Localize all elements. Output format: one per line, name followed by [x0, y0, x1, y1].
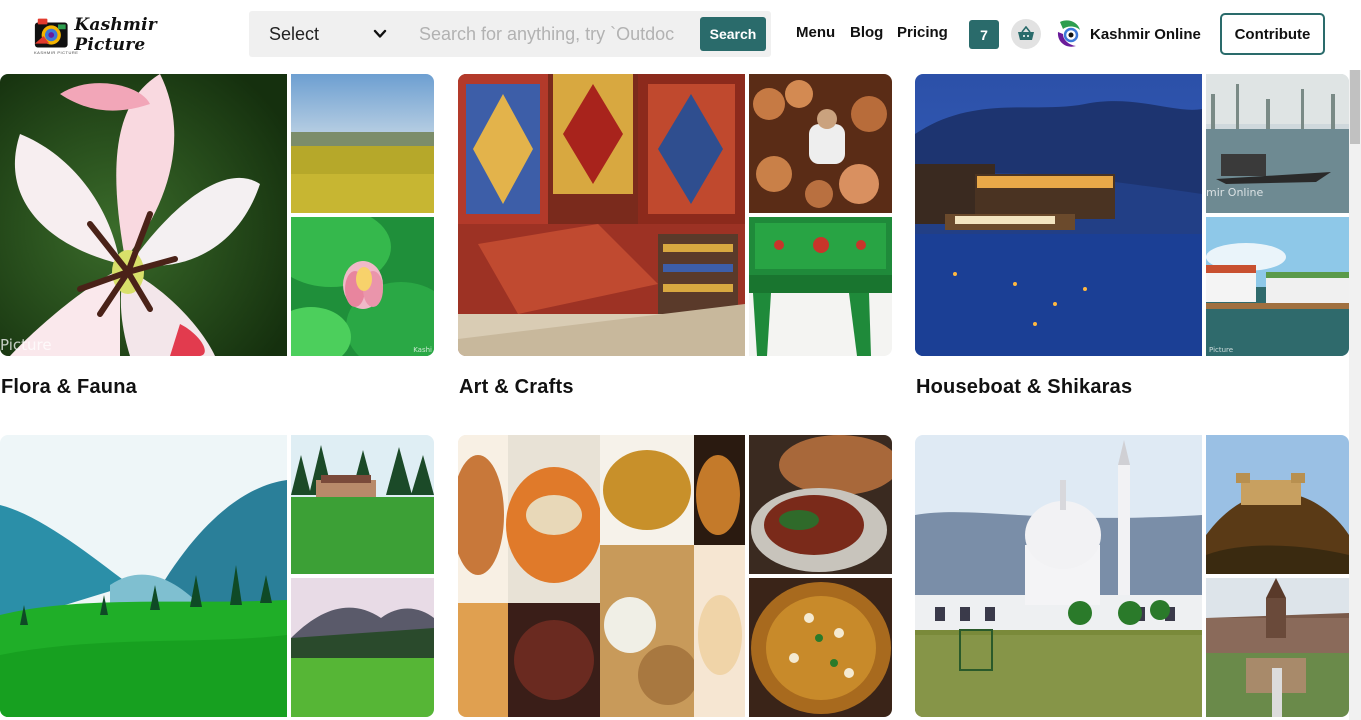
- shikara-lake-image[interactable]: mir Online: [1206, 74, 1349, 213]
- image-watermark: Kashi: [413, 346, 432, 354]
- search-input[interactable]: [399, 11, 689, 57]
- logo-subtext: KASHMIR PICTURE: [34, 50, 79, 55]
- nav-pricing-link[interactable]: Pricing: [897, 24, 948, 41]
- page-scrollbar[interactable]: [1349, 0, 1361, 720]
- copper-craftsman-image[interactable]: [749, 74, 892, 213]
- profile-name: Kashmir Online: [1090, 25, 1201, 43]
- contribute-button[interactable]: Contribute: [1220, 13, 1325, 55]
- houseboat-day-image[interactable]: Picture: [1206, 217, 1349, 356]
- category-select[interactable]: Select: [249, 11, 399, 57]
- search-button[interactable]: Search: [700, 17, 766, 51]
- nav-blog-link[interactable]: Blog: [850, 24, 883, 41]
- hill-fort-image[interactable]: [1206, 435, 1349, 574]
- category-image-mosaic[interactable]: mir Online Picture: [915, 74, 1349, 356]
- top-header: Kashmir Picture KASHMIR PICTURE Select S…: [0, 0, 1361, 70]
- site-logo[interactable]: Kashmir Picture KASHMIR PICTURE: [32, 14, 228, 56]
- category-image-mosaic[interactable]: [0, 435, 434, 717]
- image-watermark: Picture: [1209, 346, 1234, 354]
- hazratbal-shrine-image[interactable]: [915, 435, 1202, 717]
- lily-flower-image[interactable]: Picture: [0, 74, 287, 356]
- category-select-label: Select: [269, 23, 320, 44]
- notification-count-badge[interactable]: 7: [969, 20, 999, 49]
- houseboat-night-image[interactable]: [915, 74, 1202, 356]
- resort-meadow-image[interactable]: [291, 435, 434, 574]
- search-bar: Select Search: [249, 11, 771, 57]
- basket-icon: [1018, 26, 1034, 40]
- mustard-field-image[interactable]: [291, 74, 434, 213]
- image-watermark: mir Online: [1206, 186, 1264, 199]
- category-title[interactable]: Houseboat & Shikaras: [916, 376, 1132, 399]
- carpets-image[interactable]: [458, 74, 745, 356]
- cart-button[interactable]: [1011, 19, 1041, 49]
- lotus-flower-image[interactable]: Kashi: [291, 217, 434, 356]
- kashmiri-food-collage-image[interactable]: [458, 435, 745, 717]
- copper-dish-image[interactable]: [749, 435, 892, 574]
- logo-text: Kashmir Picture: [74, 15, 157, 55]
- category-image-mosaic[interactable]: [458, 435, 892, 717]
- category-image-mosaic[interactable]: [458, 74, 892, 356]
- kashmir-online-logo-icon: [1057, 20, 1080, 47]
- valley-meadow-image[interactable]: [0, 435, 287, 717]
- category-title[interactable]: Art & Crafts: [459, 376, 574, 399]
- profile-menu[interactable]: Kashmir Online: [1054, 18, 1201, 50]
- category-image-mosaic[interactable]: Picture Kashi: [0, 74, 434, 356]
- jamia-masjid-image[interactable]: [1206, 578, 1349, 717]
- mountain-meadow-image[interactable]: [291, 578, 434, 717]
- curry-dish-image[interactable]: [749, 578, 892, 717]
- category-image-mosaic[interactable]: [915, 435, 1349, 717]
- image-watermark: Picture: [0, 336, 52, 354]
- chevron-down-icon: [373, 29, 387, 38]
- painted-table-image[interactable]: [749, 217, 892, 356]
- category-title[interactable]: Flora & Fauna: [1, 376, 137, 399]
- nav-menu-link[interactable]: Menu: [796, 24, 835, 41]
